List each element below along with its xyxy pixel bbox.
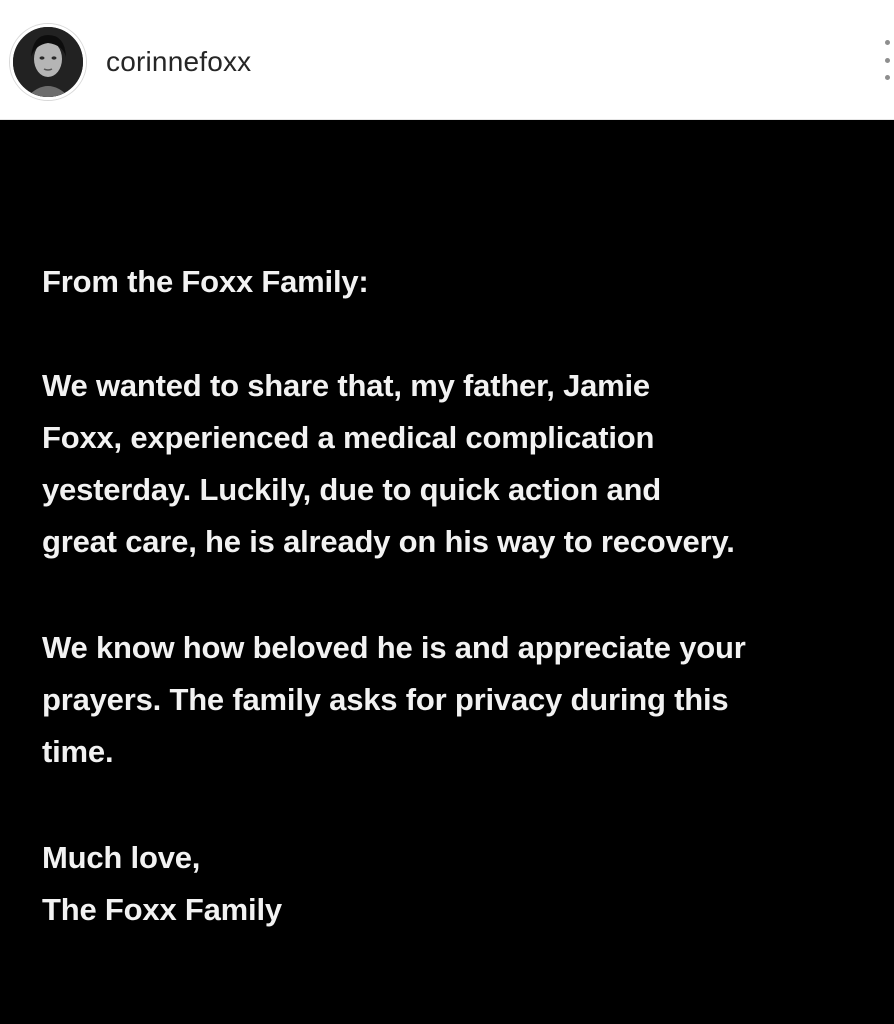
more-options-icon[interactable] (880, 40, 894, 80)
signoff-line-2: The Foxx Family (42, 892, 282, 927)
post-image: From the Foxx Family: We wanted to share… (0, 120, 894, 1024)
paragraph-1: We wanted to share that, my father, Jami… (42, 360, 882, 568)
menu-dot (884, 40, 890, 45)
avatar[interactable] (10, 24, 86, 100)
paragraph-2-line-1: We know how beloved he is and appreciate… (42, 630, 746, 665)
paragraph-1-line-4: great care, he is already on his way to … (42, 524, 735, 559)
menu-dot (884, 57, 890, 63)
signoff: Much love, The Foxx Family (42, 832, 882, 936)
paragraph-2-line-2: prayers. The family asks for privacy dur… (42, 682, 729, 717)
heading-line: From the Foxx Family: (42, 264, 369, 299)
profile-photo-icon (13, 27, 83, 97)
username-link[interactable]: corinnefoxx (106, 46, 251, 78)
paragraph-1-line-2: Foxx, experienced a medical complication (42, 420, 655, 455)
post-header: corinnefoxx (0, 0, 894, 120)
paragraph-1-line-3: yesterday. Luckily, due to quick action … (42, 472, 662, 507)
menu-dot (884, 75, 890, 80)
paragraph-1-line-1: We wanted to share that, my father, Jami… (42, 368, 650, 403)
paragraph-2-line-3: time. (42, 734, 114, 769)
post-heading: From the Foxx Family: (42, 256, 882, 308)
signoff-line-1: Much love, (42, 840, 201, 875)
paragraph-2: We know how beloved he is and appreciate… (42, 622, 882, 778)
